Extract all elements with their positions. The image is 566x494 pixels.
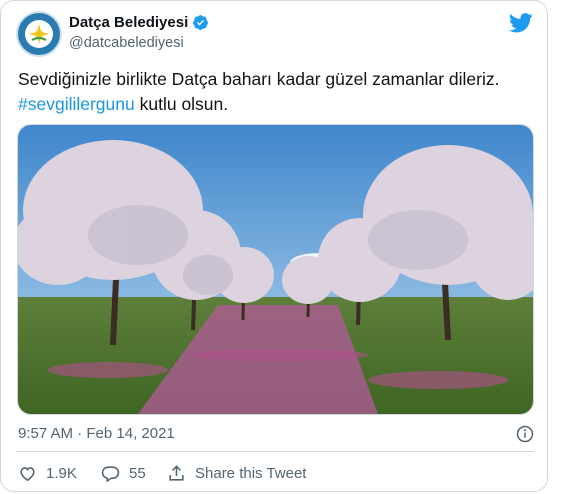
reply-button[interactable]: 55	[101, 464, 146, 483]
actions-divider	[16, 451, 534, 452]
share-label: Share this Tweet	[195, 465, 307, 482]
tweet-text-line-2: #sevgililergunu kutlu olsun.	[18, 92, 538, 117]
info-icon[interactable]	[516, 425, 534, 443]
hashtag-link[interactable]: #sevgililergunu	[18, 94, 135, 114]
author-handle[interactable]: @datcabelediyesi	[69, 35, 184, 51]
twitter-bird-icon[interactable]	[509, 13, 533, 33]
share-icon	[169, 465, 184, 481]
like-count: 1.9K	[46, 465, 77, 482]
verified-badge-icon	[193, 15, 209, 30]
tweet-text: Sevdiğinizle birlikte Datça baharı kadar…	[18, 67, 538, 117]
heart-icon	[20, 467, 35, 482]
tweet-timestamp[interactable]: 9:57 AM · Feb 14, 2021	[18, 425, 175, 442]
share-button[interactable]: Share this Tweet	[167, 464, 306, 483]
like-button[interactable]: 1.9K	[18, 464, 77, 483]
tweet-card[interactable]: Datça Belediyesi @datcabelediyesi Sevdiğ…	[0, 0, 548, 492]
reply-icon	[101, 466, 120, 483]
reply-count: 55	[129, 465, 146, 482]
tweet-text-rest: kutlu olsun.	[134, 94, 229, 114]
tweet-photo[interactable]	[17, 124, 534, 415]
tweet-text-line-1: Sevdiğinizle birlikte Datça baharı kadar…	[18, 69, 500, 89]
municipality-logo-avatar[interactable]	[16, 11, 62, 57]
author-display-name[interactable]: Datça Belediyesi	[69, 14, 188, 31]
